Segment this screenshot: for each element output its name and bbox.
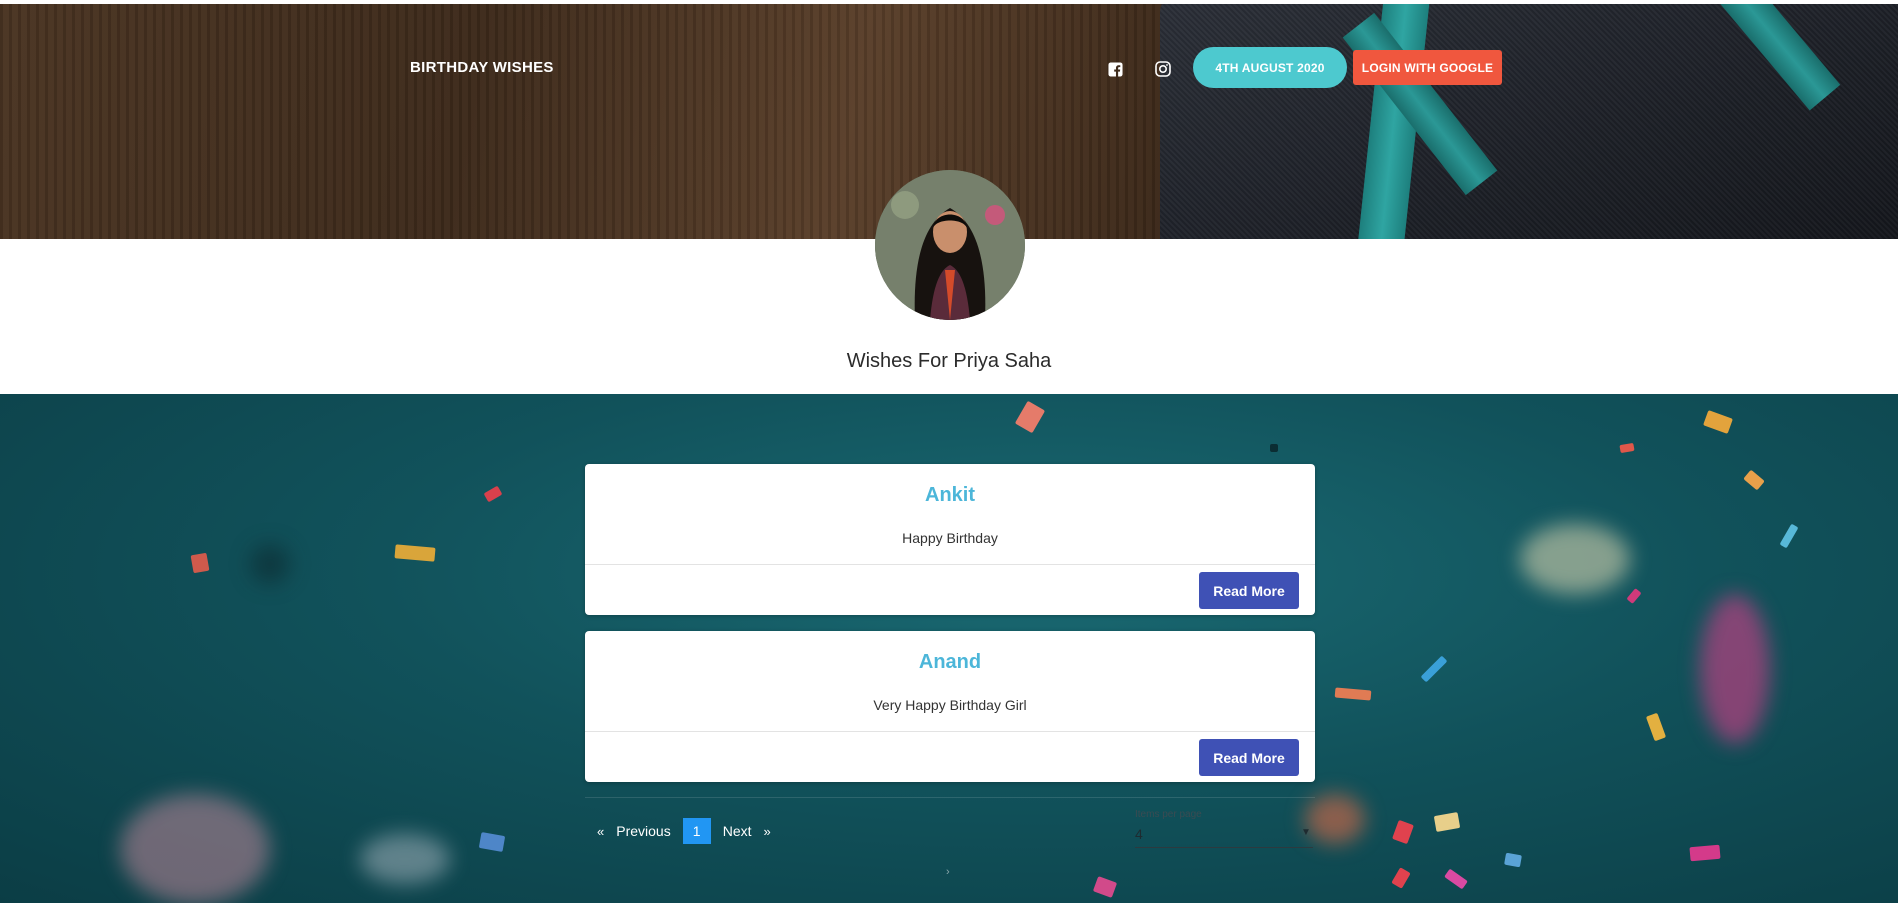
items-per-page-label: Items per page xyxy=(1135,809,1202,820)
next-page-link[interactable]: Next xyxy=(715,823,760,839)
pagination-divider xyxy=(585,797,1315,798)
pagination: « Previous 1 Next » xyxy=(593,818,775,844)
instagram-icon[interactable] xyxy=(1154,60,1172,78)
previous-page-link[interactable]: Previous xyxy=(608,823,678,839)
login-with-google-button[interactable]: LOGIN WITH GOOGLE xyxy=(1353,50,1502,85)
wish-card: Ankit Happy Birthday Read More xyxy=(585,464,1315,615)
wish-card: Anand Very Happy Birthday Girl Read More xyxy=(585,631,1315,782)
wish-message: Happy Birthday xyxy=(902,530,998,546)
card-divider xyxy=(585,564,1315,565)
read-more-button[interactable]: Read More xyxy=(1199,572,1299,609)
current-page-number[interactable]: 1 xyxy=(682,818,711,844)
profile-avatar xyxy=(875,170,1025,320)
wish-author: Anand xyxy=(918,651,982,673)
brand-logo[interactable]: BIRTHDAY WISHES xyxy=(410,59,554,76)
wish-author: Ankit xyxy=(925,484,975,506)
page-title: Wishes For Priya Saha xyxy=(846,350,1052,372)
card-divider xyxy=(585,731,1315,732)
read-more-button[interactable]: Read More xyxy=(1199,739,1299,776)
previous-arrow-icon[interactable]: « xyxy=(593,824,608,839)
next-arrow-icon[interactable]: » xyxy=(760,824,775,839)
date-badge: 4TH AUGUST 2020 xyxy=(1193,47,1347,88)
dropdown-caret-icon[interactable]: ▼ xyxy=(1301,827,1311,838)
wish-message: Very Happy Birthday Girl xyxy=(873,697,1027,713)
items-per-page-underline xyxy=(1135,847,1313,848)
facebook-icon[interactable] xyxy=(1106,60,1124,78)
items-per-page-select[interactable]: 4 xyxy=(1135,826,1143,842)
chevron-right-icon: › xyxy=(946,866,950,878)
